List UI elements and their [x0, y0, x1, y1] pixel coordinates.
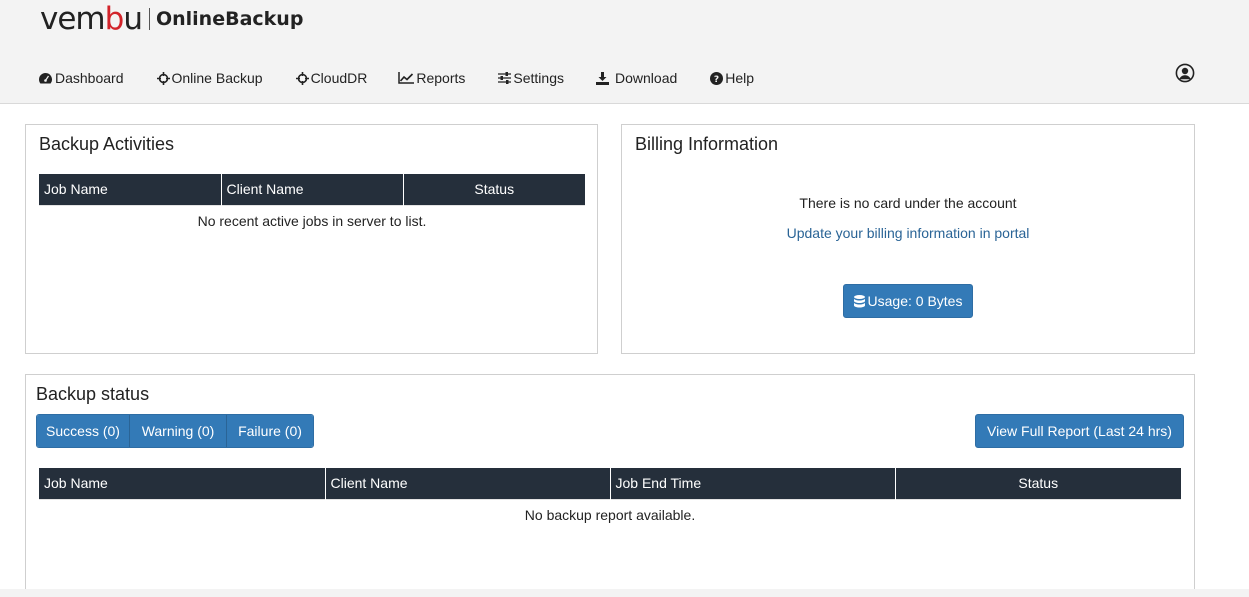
empty-row: No backup report available. [39, 498, 1181, 530]
backup-activities-table: Job Name Client Name Status No recent ac… [39, 174, 585, 236]
backup-status-table: Job Name Client Name Job End Time Status… [39, 468, 1181, 530]
vembu-logo[interactable]: vembu OnlineBackup [40, 1, 304, 37]
logo-wordmark: vembu [40, 1, 143, 37]
top-header: vembu OnlineBackup Dashboard Online Back… [0, 0, 1249, 104]
nav-reports[interactable]: Reports [398, 70, 465, 86]
nav-dashboard-label: Dashboard [55, 70, 124, 86]
column-status[interactable]: Status [403, 174, 585, 205]
nav-download[interactable]: Download [596, 70, 677, 86]
usage-button[interactable]: Usage: 0 Bytes [843, 284, 973, 318]
backup-status-title: Backup status [36, 384, 150, 404]
filter-failure-button[interactable]: Failure (0) [227, 415, 313, 447]
sliders-icon [498, 72, 512, 84]
nav-online-backup-label: Online Backup [171, 70, 263, 86]
logo-divider [148, 8, 150, 30]
nav-reports-label: Reports [416, 70, 466, 86]
billing-message: There is no card under the account [799, 195, 1017, 211]
billing-title: Billing Information [635, 134, 779, 154]
nav-download-label: Download [615, 70, 678, 86]
column-client-name[interactable]: Client Name [325, 468, 611, 499]
user-circle-icon[interactable] [1175, 63, 1195, 83]
column-status[interactable]: Status [895, 468, 1181, 499]
column-job-name[interactable]: Job Name [39, 468, 326, 499]
table-header-row: Job Name Client Name Job End Time Status [39, 468, 1181, 499]
main-nav: Dashboard Online Backup CloudDR Reports … [38, 68, 754, 88]
table-header-row: Job Name Client Name Status [39, 174, 585, 205]
nav-dashboard[interactable]: Dashboard [38, 70, 124, 86]
empty-row: No recent active jobs in server to list. [39, 204, 585, 236]
nav-help-label: Help [725, 70, 755, 86]
crosshairs-icon [156, 71, 170, 85]
column-job-end-time[interactable]: Job End Time [610, 468, 896, 499]
view-full-report-button[interactable]: View Full Report (Last 24 hrs) [975, 414, 1184, 448]
logo-product-name: OnlineBackup [155, 8, 304, 30]
question-circle-icon: ? [710, 71, 724, 85]
nav-settings-label: Settings [513, 70, 564, 86]
filter-success-button[interactable]: Success (0) [37, 415, 130, 447]
column-job-name[interactable]: Job Name [39, 174, 222, 205]
nav-help[interactable]: ? Help [710, 70, 754, 86]
nav-online-backup[interactable]: Online Backup [156, 70, 263, 86]
svg-text:?: ? [714, 75, 719, 85]
backup-activities-title: Backup Activities [39, 134, 175, 154]
database-icon [853, 294, 865, 307]
filter-warning-button[interactable]: Warning (0) [130, 415, 227, 447]
nav-clouddr-label: CloudDR [310, 70, 368, 86]
line-chart-icon [398, 72, 415, 84]
crosshairs-icon [295, 71, 309, 85]
column-client-name[interactable]: Client Name [221, 174, 404, 205]
usage-button-label: Usage: 0 Bytes [867, 293, 963, 309]
dashboard-icon [39, 73, 52, 84]
billing-portal-link[interactable]: Update your billing information in porta… [787, 225, 1030, 241]
horizontal-scrollbar[interactable] [0, 589, 1249, 597]
nav-settings[interactable]: Settings [498, 70, 564, 86]
empty-message: No backup report available. [39, 498, 1181, 530]
nav-clouddr[interactable]: CloudDR [295, 70, 368, 86]
status-filter-group: Success (0) Warning (0) Failure (0) [36, 414, 314, 448]
empty-message: No recent active jobs in server to list. [39, 204, 585, 236]
download-icon [596, 71, 609, 85]
backup-activities-panel [25, 124, 598, 354]
